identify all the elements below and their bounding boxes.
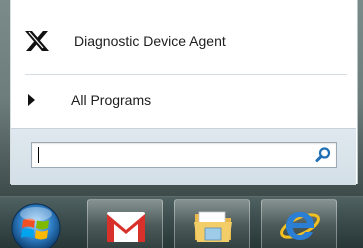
start-menu-item-label: Diagnostic Device Agent bbox=[74, 33, 226, 49]
taskbar-button-gmail[interactable] bbox=[87, 199, 163, 248]
folder-icon bbox=[194, 211, 232, 242]
all-programs-label: All Programs bbox=[71, 92, 152, 108]
gmail-icon bbox=[107, 212, 145, 242]
all-programs-button[interactable]: All Programs bbox=[11, 83, 357, 117]
search-input[interactable] bbox=[36, 145, 306, 163]
start-menu-item-diagnostic-device-agent[interactable]: Diagnostic Device Agent bbox=[11, 24, 357, 58]
magnifier-icon[interactable] bbox=[314, 146, 332, 164]
start-menu-search-area bbox=[11, 128, 356, 185]
taskbar bbox=[0, 196, 363, 248]
text-caret bbox=[38, 147, 39, 163]
x-logo-icon bbox=[25, 31, 49, 51]
search-box[interactable] bbox=[31, 142, 337, 168]
triangle-right-icon bbox=[28, 94, 35, 106]
taskbar-button-internet-explorer[interactable] bbox=[261, 199, 337, 248]
desktop: Diagnostic Device Agent All Programs bbox=[0, 0, 363, 248]
internet-explorer-icon bbox=[280, 212, 320, 240]
taskbar-button-windows-explorer[interactable] bbox=[174, 199, 250, 248]
start-menu-separator bbox=[25, 74, 347, 75]
windows-orb-icon[interactable] bbox=[5, 200, 67, 248]
